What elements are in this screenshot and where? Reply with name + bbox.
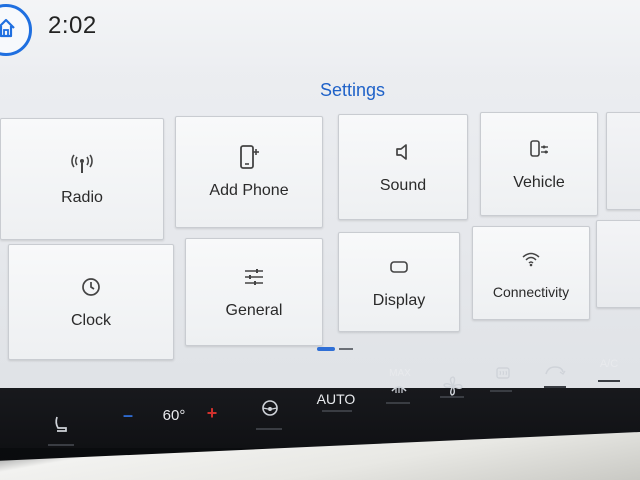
max-indicator [386, 402, 410, 404]
tile-clock[interactable]: Clock [8, 244, 174, 360]
recirculation-icon [544, 364, 566, 383]
speaker-icon [393, 139, 413, 165]
rear-defrost-indicator [490, 390, 512, 392]
temp-down-button[interactable]: – [114, 402, 142, 428]
sliders-icon [242, 264, 266, 290]
tile-label: Vehicle [513, 174, 565, 191]
tile-label: Connectivity [492, 284, 570, 300]
page-title: Settings [320, 80, 386, 100]
temp-up-button[interactable]: + [198, 400, 226, 426]
auto-indicator [322, 410, 352, 412]
tile-label: Sound [379, 177, 427, 194]
tile-add-phone[interactable]: Add Phone [175, 116, 323, 228]
tile-sound[interactable]: Sound [338, 114, 468, 220]
page-indicator[interactable] [317, 347, 353, 351]
auto-climate-button[interactable]: AUTO [314, 388, 358, 410]
phone-add-icon [237, 144, 261, 170]
max-defrost-label: MAX [389, 367, 411, 379]
tile-display[interactable]: Display [338, 232, 460, 332]
touchscreen: 2:02 Settings Radio Add Phone Sound Vehi… [0, 0, 640, 399]
steering-wheel-icon [260, 398, 280, 423]
rear-defrost-button[interactable] [490, 364, 516, 386]
recirculation-button[interactable] [540, 362, 570, 384]
tile-label: Radio [61, 189, 103, 206]
page-dot-inactive [339, 348, 353, 350]
tile-next-page-edge[interactable] [606, 112, 640, 210]
max-defrost-button[interactable] [386, 380, 412, 400]
status-bar: 2:02 [0, 0, 640, 72]
vehicle-settings-icon [527, 136, 551, 162]
tile-vehicle[interactable]: Vehicle [480, 112, 598, 216]
tile-label: General [225, 302, 283, 319]
status-time: 2:02 [48, 12, 97, 39]
seat-indicator [48, 444, 74, 446]
steering-heat-button[interactable] [256, 396, 284, 424]
tile-connectivity[interactable]: Connectivity [472, 226, 590, 320]
seat-icon [51, 415, 71, 440]
fan-indicator [440, 396, 464, 398]
tile-general[interactable]: General [185, 238, 323, 346]
tile-label: Clock [70, 312, 111, 329]
temperature-value: 60° [162, 406, 186, 424]
page-dot-active [317, 347, 335, 351]
rear-defrost-icon [495, 366, 511, 385]
recirculation-indicator [544, 386, 566, 388]
home-icon [0, 17, 17, 44]
seat-heat-button[interactable] [46, 414, 76, 440]
clock-icon [80, 274, 102, 300]
tile-label: Add Phone [209, 182, 289, 199]
ac-button[interactable]: A/C [594, 354, 624, 374]
tile-label: Display [372, 292, 426, 309]
tile-radio[interactable]: Radio [0, 118, 164, 240]
antenna-icon [70, 151, 94, 177]
home-button[interactable] [0, 4, 32, 56]
tile-next-page-edge-2[interactable] [596, 220, 640, 308]
wifi-icon [521, 246, 541, 272]
steering-indicator [256, 428, 282, 430]
ac-indicator [598, 380, 620, 382]
defrost-icon [390, 381, 408, 400]
display-icon [388, 254, 410, 280]
